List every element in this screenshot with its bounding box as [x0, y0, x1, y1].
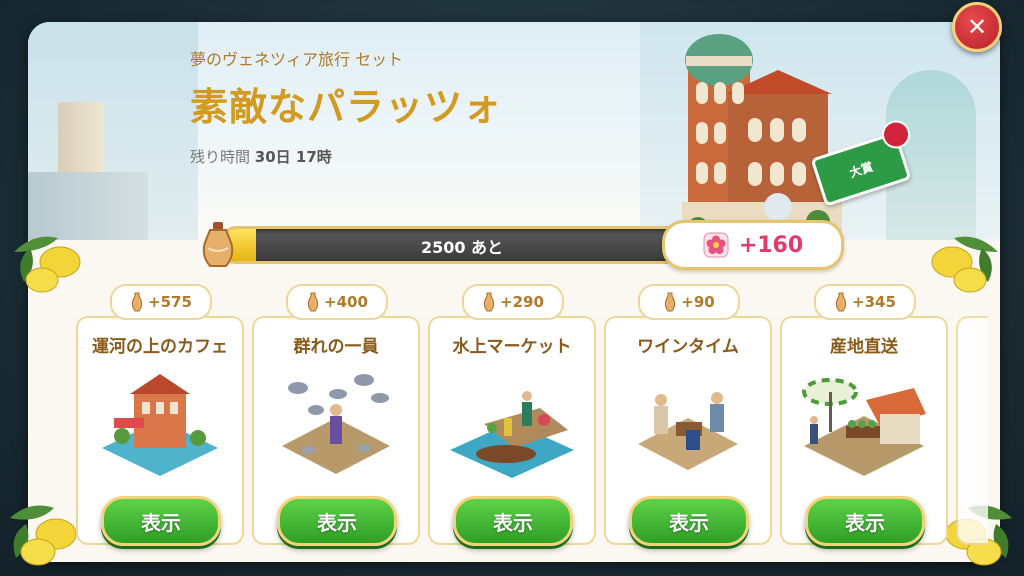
card-name: 水上マーケット [452, 337, 572, 357]
points-value: +290 [500, 293, 544, 311]
amphora-icon [131, 292, 143, 312]
card-name: 群れの一員 [293, 337, 379, 357]
header-banner: 夢のヴェネツィア旅行 セット 素敵なパラッツォ 残り時間 30日 17時 大賞 [28, 22, 1000, 240]
amphora-icon [665, 292, 676, 312]
points-value: +400 [324, 293, 368, 311]
next-card-peek[interactable] [956, 316, 988, 545]
amphora-icon [835, 292, 847, 312]
points-badge: +90 [638, 284, 740, 320]
view-button[interactable]: 表示 [805, 496, 925, 546]
pigeon-flock-image [282, 374, 390, 474]
card-name: ワインタイム [637, 337, 739, 357]
lemon-decoration-icon [14, 236, 81, 293]
timer-value: 30日 17時 [254, 148, 332, 166]
canal-cafe-image [102, 374, 218, 476]
amphora-icon [307, 292, 319, 312]
points-badge: +575 [110, 284, 212, 320]
view-button[interactable]: 表示 [101, 496, 221, 546]
flower-icon [703, 232, 729, 258]
points-value: +345 [852, 293, 896, 311]
points-badge: +345 [814, 284, 916, 320]
points-value: +90 [681, 293, 715, 311]
farm-fresh-market-image [802, 378, 926, 476]
set-name: 夢のヴェネツィア旅行 セット [190, 50, 404, 69]
grand-prize-label: 大賞 [847, 159, 875, 180]
progress-reward[interactable]: +160 [662, 220, 844, 270]
wine-time-image [638, 392, 738, 470]
reward-value: +160 [738, 232, 804, 258]
points-badge: +400 [286, 284, 388, 320]
card-name: 産地直送 [830, 337, 898, 357]
view-button[interactable]: 表示 [629, 496, 749, 546]
lemon-decoration-icon [931, 236, 998, 293]
close-button[interactable]: ✕ [952, 2, 1002, 52]
collection-progress: 2500 あと +160 [196, 220, 856, 270]
time-remaining: 残り時間 30日 17時 [190, 146, 332, 167]
timer-label: 残り時間 [190, 148, 251, 166]
view-button[interactable]: 表示 [453, 496, 573, 546]
event-title: 素敵なパラッツォ [190, 85, 503, 129]
points-value: +575 [148, 293, 192, 311]
amphora-icon [202, 222, 234, 267]
progress-bar: 2500 あと [220, 226, 704, 264]
view-button[interactable]: 表示 [277, 496, 397, 546]
close-icon: ✕ [966, 13, 988, 41]
amphora-icon [483, 292, 495, 312]
points-badge: +290 [462, 284, 564, 320]
card-name: 運河の上のカフェ [92, 337, 228, 357]
palazzo-image [682, 34, 842, 240]
progress-text: 2500 あと [420, 238, 504, 257]
floating-market-image [450, 391, 574, 478]
